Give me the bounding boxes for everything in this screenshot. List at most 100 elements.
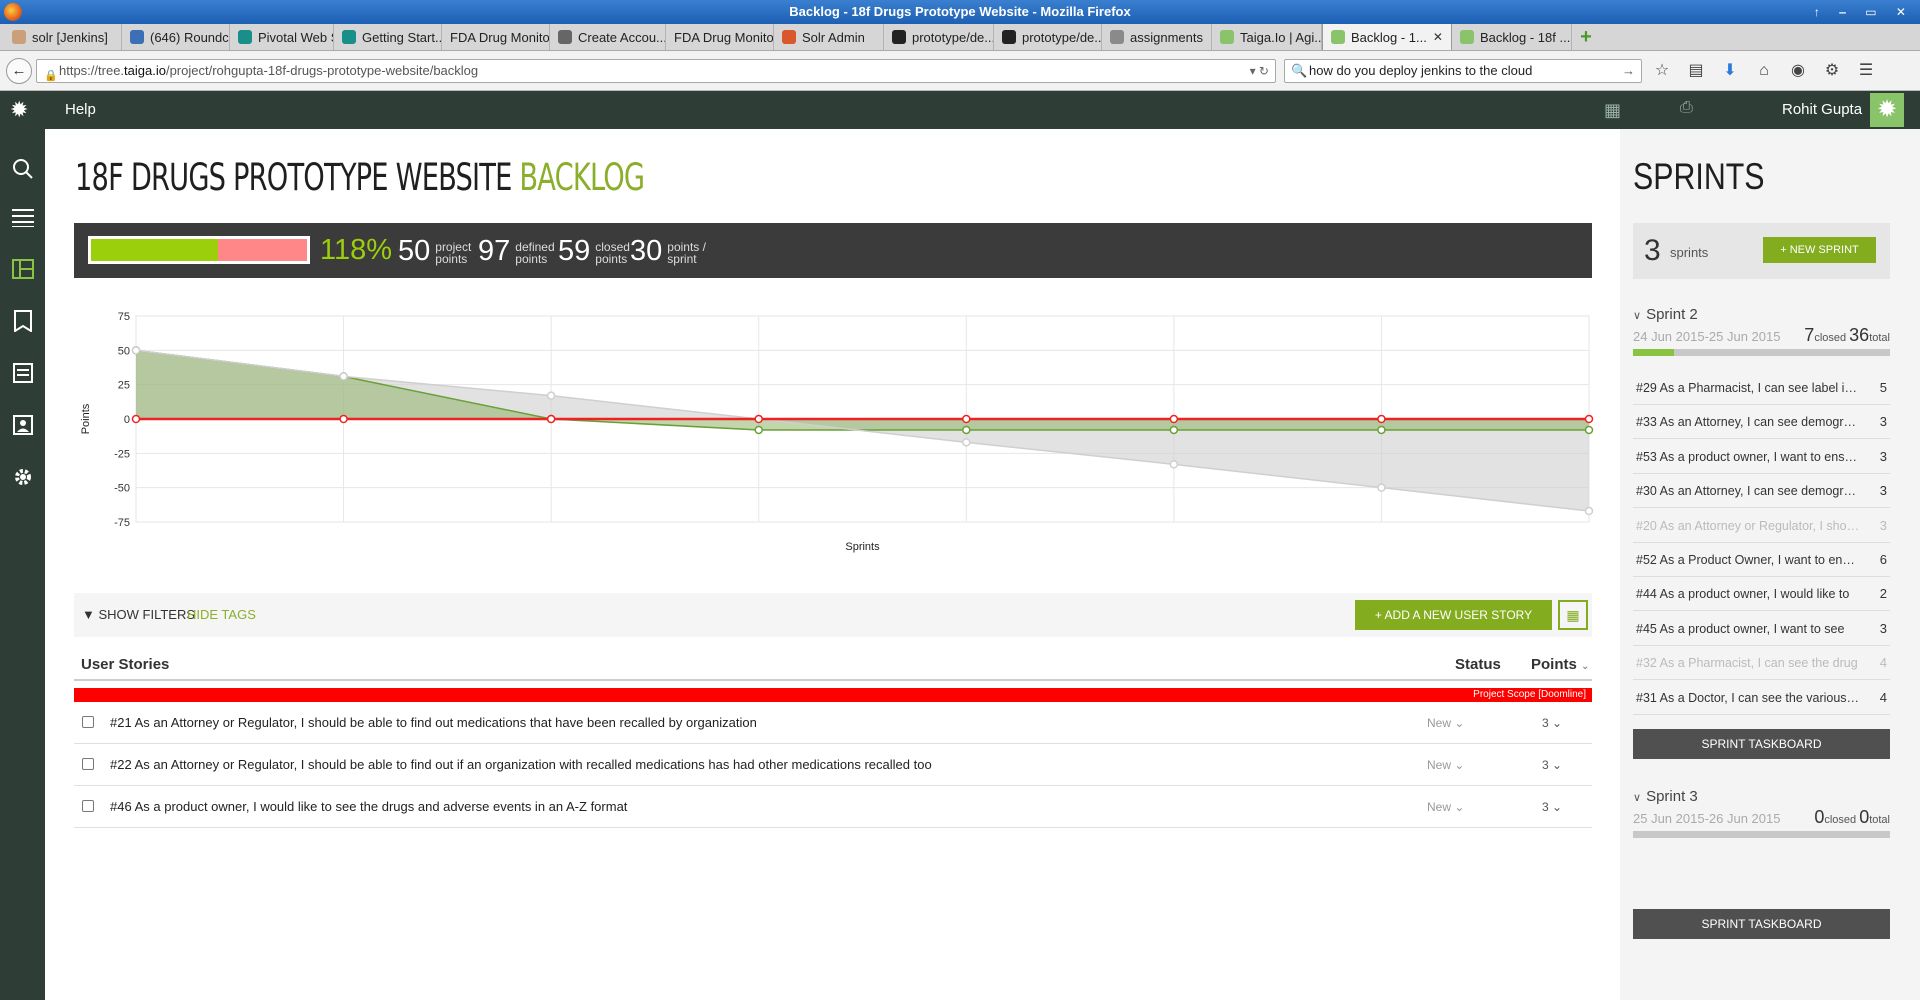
sprint-story-points: 6 (1879, 552, 1887, 567)
sprint-story-title: #44 As a product owner, I would like to (1636, 587, 1850, 602)
wiki-icon[interactable] (0, 301, 45, 341)
tab-favicon-icon (238, 30, 252, 44)
table-row[interactable]: #21 As an Attorney or Regulator, I shoul… (74, 702, 1592, 744)
new-sprint-button[interactable]: + NEW SPRINT (1763, 237, 1876, 263)
browser-tab[interactable]: assignments (1102, 24, 1212, 50)
sprint-story[interactable]: #31 As a Doctor, I can see the various d… (1633, 681, 1890, 715)
y-tick-label: -25 (114, 448, 130, 460)
chat-icon[interactable]: ◉ (1788, 59, 1808, 83)
search-icon[interactable] (0, 149, 45, 189)
window-controls[interactable]: ↑ ‒ ▭ ✕ (1814, 0, 1914, 24)
tab-label: prototype/de... (1022, 29, 1102, 45)
taiga-logo-icon[interactable]: ✹ (10, 99, 28, 121)
data-point (754, 414, 763, 424)
new-tab-button[interactable]: + (1572, 24, 1600, 50)
home-icon[interactable]: ⌂ (1754, 59, 1774, 83)
add-user-story-button[interactable]: + ADD A NEW USER STORY (1355, 600, 1552, 630)
sprint-story[interactable]: #29 As a Pharmacist, I can see label inf… (1633, 371, 1890, 405)
sprint-name-label: Sprint 2 (1646, 306, 1698, 323)
story-status[interactable]: New ⌄ (1427, 702, 1464, 744)
browser-tab[interactable]: FDA Drug Monitor (666, 24, 774, 50)
bulk-add-icon[interactable]: ▦ (1558, 600, 1588, 630)
sprint-taskboard-button[interactable]: SPRINT TASKBOARD (1633, 909, 1890, 939)
table-row[interactable]: #22 As an Attorney or Regulator, I shoul… (74, 744, 1592, 786)
story-status[interactable]: New ⌄ (1427, 744, 1464, 786)
reading-list-icon[interactable]: ▤ (1686, 59, 1706, 83)
sprint-story[interactable]: #20 As an Attorney or Regulator, I shoul… (1633, 509, 1890, 543)
sprint-name[interactable]: ∨ Sprint 3 (1633, 787, 1890, 808)
sprint-story[interactable]: #53 As a product owner, I want to ensure… (1633, 440, 1890, 474)
sprint-story[interactable]: #32 As a Pharmacist, I can see the drug 4 (1633, 646, 1890, 681)
chevron-down-icon[interactable]: ∨ (1633, 306, 1641, 326)
sprint-name[interactable]: ∨ Sprint 2 (1633, 305, 1890, 326)
reload-icon[interactable]: ▾ ↻ (1250, 60, 1269, 82)
timeline-icon[interactable] (0, 197, 45, 237)
avatar[interactable]: ✹ (1870, 93, 1904, 127)
story-title[interactable]: #46 As a product owner, I would like to … (110, 786, 627, 828)
sprints-title: SPRINTS (1633, 156, 1765, 197)
sprint-story[interactable]: #44 As a product owner, I would like to 2 (1633, 577, 1890, 612)
sprint-story[interactable]: #45 As a product owner, I want to see 3 (1633, 612, 1890, 646)
projects-grid-icon[interactable]: ▦ (1604, 100, 1621, 121)
browser-tab[interactable]: Pivotal Web S... (230, 24, 334, 50)
notifications-icon[interactable]: ⎙ (1680, 99, 1693, 117)
browser-tab[interactable]: Create Accou... (550, 24, 666, 50)
table-row[interactable]: #46 As a product owner, I would like to … (74, 786, 1592, 828)
sprint-story-title: #33 As an Attorney, I can see demographi… (1636, 415, 1861, 430)
completion-percent: 118% (320, 234, 393, 266)
story-points[interactable]: 3 ⌄ (1542, 786, 1562, 828)
issues-icon[interactable] (0, 353, 45, 393)
browser-tab[interactable]: Backlog - 18f ... (1452, 24, 1572, 50)
sprint-taskboard-button[interactable]: SPRINT TASKBOARD (1633, 729, 1890, 759)
addon-icon[interactable]: ⚙ (1822, 59, 1842, 83)
show-filters-button[interactable]: ▼ SHOW FILTERS (82, 593, 195, 637)
browser-tab[interactable]: prototype/de... (994, 24, 1102, 50)
browser-tab[interactable]: solr [Jenkins] (4, 24, 122, 50)
y-tick-label: 25 (118, 380, 130, 392)
chevron-down-icon[interactable]: ∨ (1633, 788, 1641, 808)
sprint-story[interactable]: #33 As an Attorney, I can see demographi… (1633, 405, 1890, 440)
menu-icon[interactable]: ☰ (1856, 59, 1876, 83)
browser-tab[interactable]: Getting Start... (334, 24, 442, 50)
sprint-story-title: #20 As an Attorney or Regulator, I shoul… (1636, 518, 1861, 533)
story-points[interactable]: 3 ⌄ (1542, 744, 1562, 786)
story-title[interactable]: #21 As an Attorney or Regulator, I shoul… (110, 702, 757, 744)
user-name[interactable]: Rohit Gupta (1782, 91, 1862, 129)
story-checkbox[interactable] (82, 800, 94, 812)
settings-gear-icon[interactable] (0, 457, 45, 497)
header-points[interactable]: Points ⌄ (1531, 649, 1589, 683)
help-link[interactable]: Help (65, 91, 96, 129)
window-titlebar: Backlog - 18f Drugs Prototype Website - … (0, 0, 1920, 24)
browser-tab[interactable]: prototype/de... (884, 24, 994, 50)
search-go-icon[interactable]: → (1622, 60, 1635, 82)
browser-tab[interactable]: Solr Admin (774, 24, 884, 50)
sprint-story-title: #52 As a Product Owner, I want to ensure (1636, 553, 1861, 567)
backlog-icon[interactable] (0, 249, 45, 289)
browser-tab[interactable]: FDA Drug Monitor (442, 24, 550, 50)
search-input[interactable]: 🔍 how do you deploy jenkins to the cloud… (1284, 59, 1642, 83)
url-bar[interactable]: 🔒 https://tree.taiga.io/project/rohgupta… (36, 59, 1276, 83)
team-icon[interactable] (0, 405, 45, 445)
sprint-story-points: 3 (1879, 620, 1887, 636)
browser-tab[interactable]: (646) Roundc... (122, 24, 230, 50)
story-title[interactable]: #22 As an Attorney or Regulator, I shoul… (110, 744, 932, 786)
story-points[interactable]: 3 ⌄ (1542, 702, 1562, 744)
bookmark-star-icon[interactable]: ☆ (1652, 59, 1672, 83)
data-point (339, 372, 348, 381)
sprint-progress-bar (1633, 349, 1890, 356)
tab-label: (646) Roundc... (150, 29, 229, 45)
close-icon[interactable]: ✕ (1433, 30, 1443, 44)
sprint-count: 3 (1644, 234, 1661, 267)
download-icon[interactable]: ⬇ (1720, 59, 1740, 83)
hide-tags-button[interactable]: HIDE TAGS (187, 593, 256, 637)
story-checkbox[interactable] (82, 716, 94, 728)
browser-tab[interactable]: Backlog - 1... ✕ (1322, 24, 1452, 50)
project-progress-bar (88, 236, 310, 264)
story-checkbox[interactable] (82, 758, 94, 770)
tab-favicon-icon (342, 30, 356, 44)
story-status[interactable]: New ⌄ (1427, 786, 1464, 828)
sprint-story[interactable]: #30 As an Attorney, I can see demographi… (1633, 474, 1890, 509)
browser-tab[interactable]: Taiga.Io | Agi... (1212, 24, 1322, 50)
back-button[interactable]: ← (6, 58, 32, 84)
sprint-story[interactable]: #52 As a Product Owner, I want to ensure… (1633, 543, 1890, 577)
